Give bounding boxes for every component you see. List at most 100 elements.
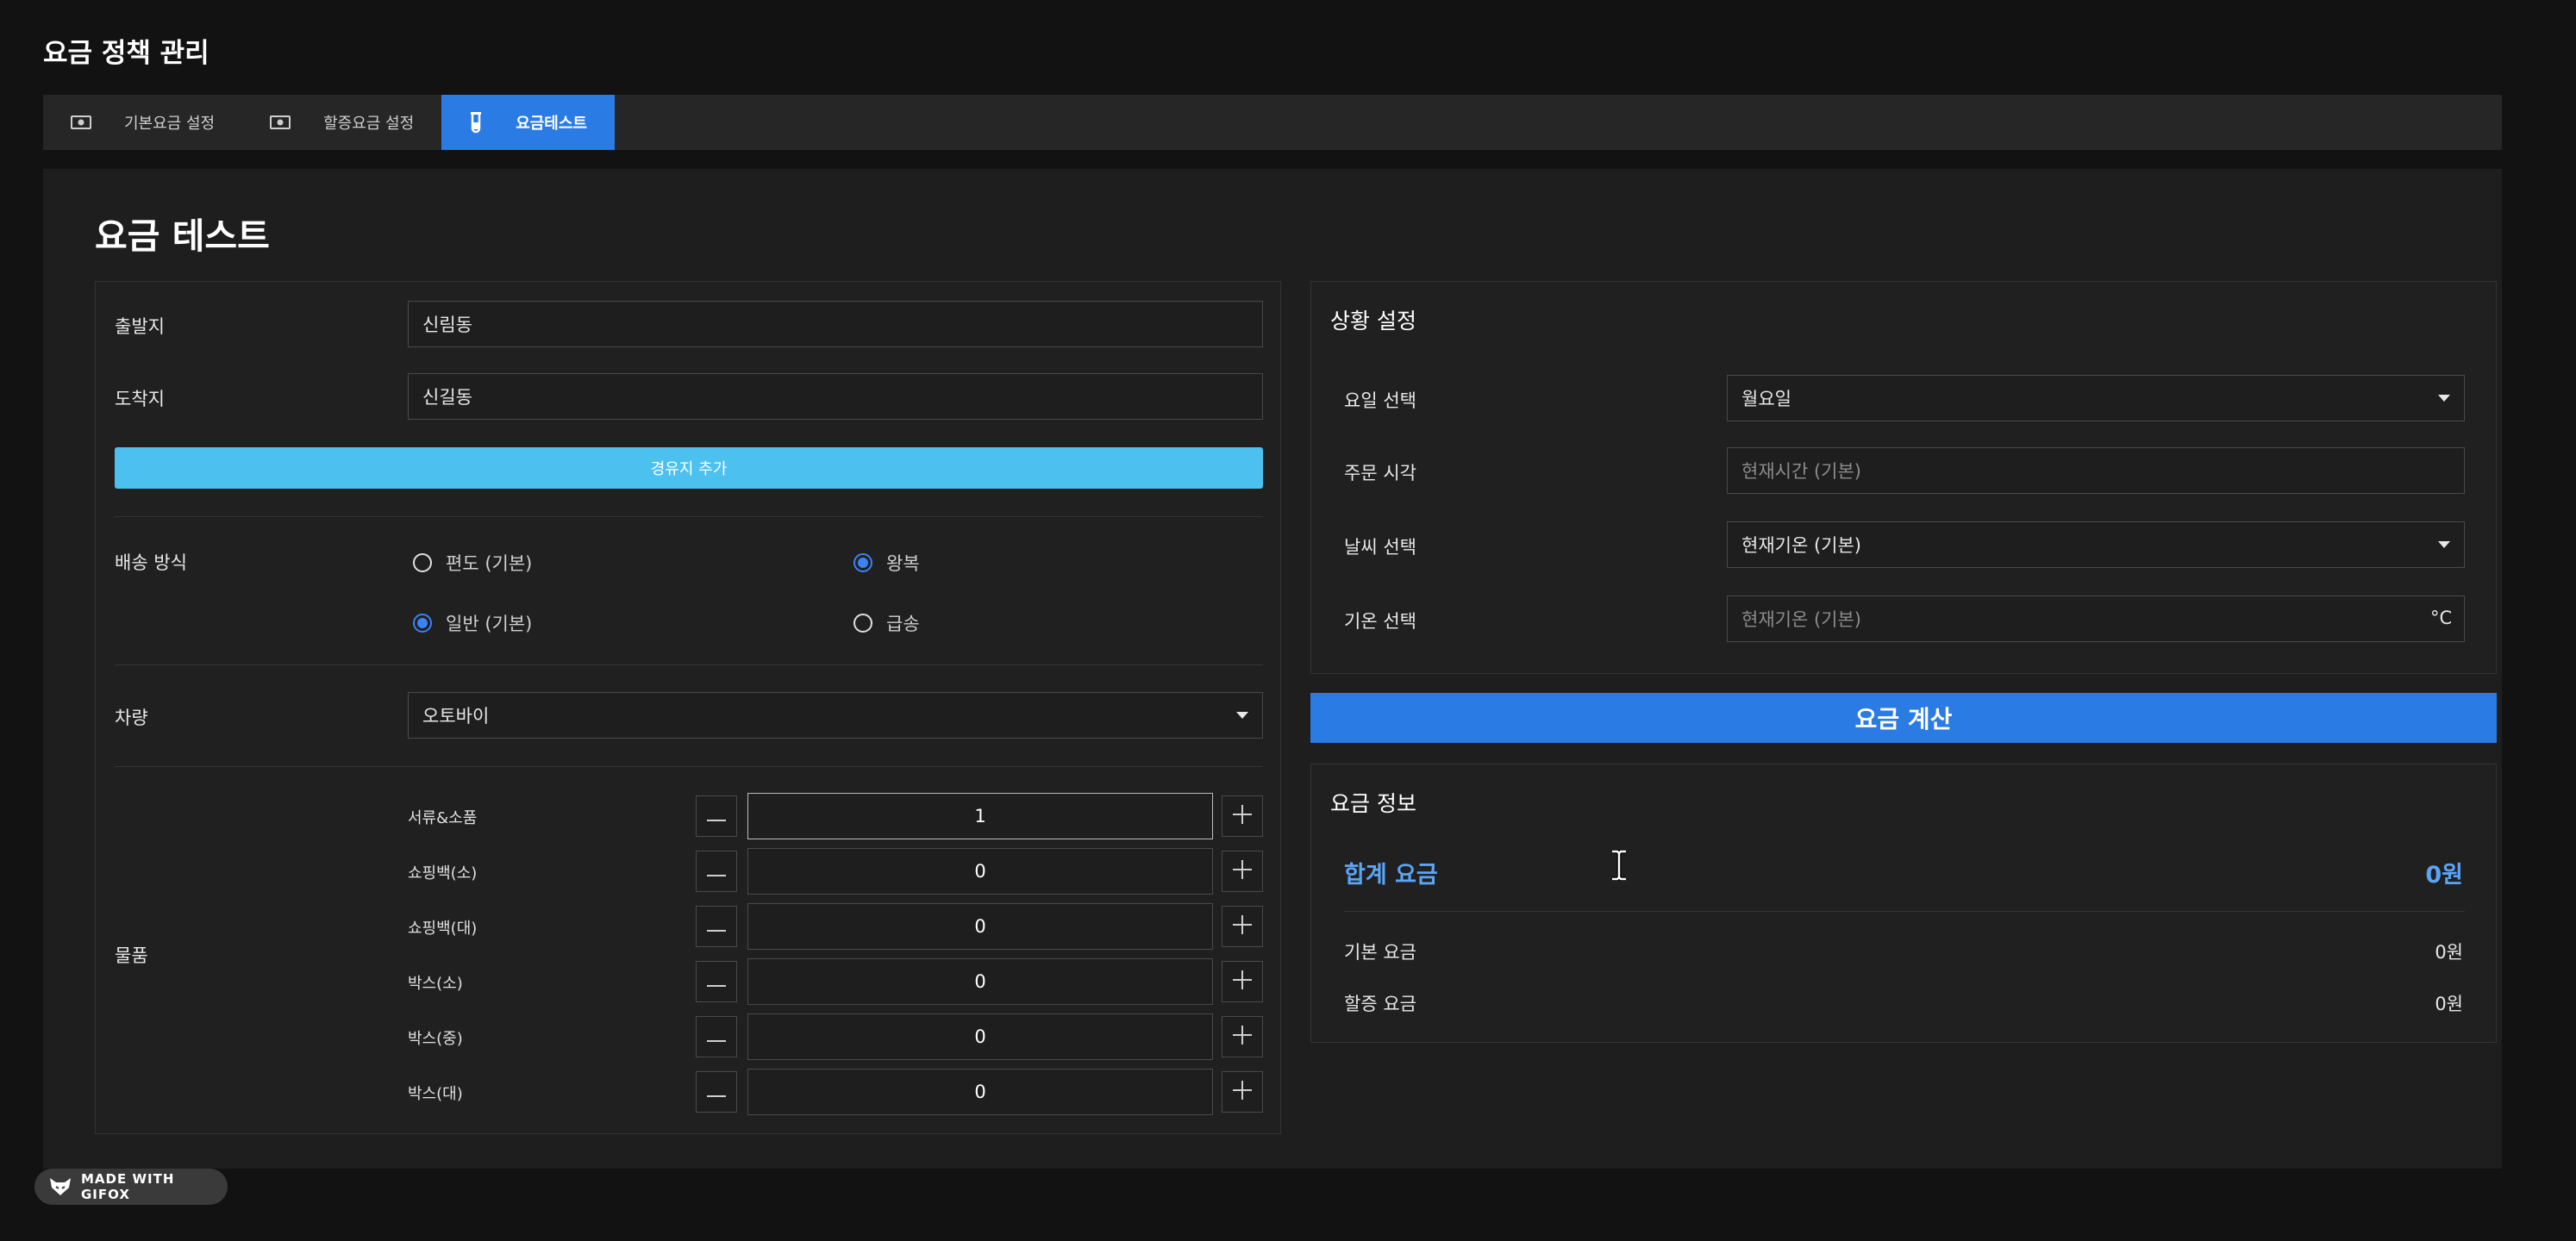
test-tube-icon	[469, 111, 483, 134]
minus-icon	[707, 808, 726, 825]
item-label: 박스(소)	[408, 975, 463, 993]
radio-label: 급송	[886, 614, 920, 634]
destination-label: 도착지	[115, 389, 165, 409]
day-select[interactable]: 월요일	[1727, 375, 2465, 421]
temperature-input[interactable]: 현재기온 (기본)	[1727, 596, 2465, 642]
surcharge-fee-label: 할증 요금	[1344, 994, 1416, 1014]
increment-button[interactable]	[1222, 1016, 1263, 1057]
order-time-input[interactable]: 현재시간 (기본)	[1727, 447, 2465, 494]
day-label: 요일 선택	[1344, 390, 1416, 411]
item-label: 서류&소품	[408, 809, 478, 827]
plus-icon	[1233, 970, 1252, 993]
page-title: 요금 정책 관리	[43, 38, 209, 69]
chevron-down-icon	[2438, 395, 2450, 402]
decrement-button[interactable]	[696, 851, 737, 892]
temperature-unit: °C	[2430, 608, 2453, 628]
radio-label: 편도 (기본)	[446, 553, 533, 574]
plus-icon	[1233, 1081, 1252, 1103]
radio-dot	[413, 614, 432, 633]
chevron-down-icon	[1236, 712, 1248, 719]
radio-dot	[853, 553, 872, 572]
item-label: 쇼핑백(소)	[408, 864, 478, 882]
tab-surcharge-label: 할증요금 설정	[323, 115, 415, 133]
items-label: 물품	[115, 945, 148, 966]
minus-icon	[707, 1084, 726, 1101]
add-waypoint-button[interactable]: 경유지 추가	[115, 447, 1263, 489]
increment-button[interactable]	[1222, 961, 1263, 1002]
money-icon	[270, 115, 291, 130]
delivery-label: 배송 방식	[115, 552, 187, 573]
fox-icon	[48, 1176, 72, 1197]
main-content: 요금 테스트 출발지 신림동 도착지 신길동 경유지 추가 배송 방식 편도 (…	[43, 169, 2502, 1169]
base-fee-value: 0원	[2435, 942, 2463, 963]
decrement-button[interactable]	[696, 1071, 737, 1113]
radio-dot	[853, 614, 872, 633]
increment-button[interactable]	[1222, 851, 1263, 892]
minus-icon	[707, 864, 726, 880]
chevron-down-icon	[2438, 541, 2450, 548]
tab-fee-test[interactable]: 요금테스트	[441, 95, 615, 150]
weather-value: 현재기온 (기본)	[1741, 535, 1861, 556]
vehicle-label: 차량	[115, 708, 148, 728]
increment-button[interactable]	[1222, 795, 1263, 837]
plus-icon	[1233, 1026, 1252, 1048]
money-icon	[71, 115, 91, 130]
divider	[1344, 911, 2465, 912]
tab-base-fee-label: 기본요금 설정	[124, 115, 216, 133]
text-cursor-icon	[1609, 849, 1629, 884]
quantity-input[interactable]: 0	[747, 1013, 1213, 1060]
item-label: 박스(대)	[408, 1085, 463, 1103]
item-label: 쇼핑백(대)	[408, 920, 478, 938]
calculate-fee-button[interactable]: 요금 계산	[1310, 693, 2497, 743]
radio-express[interactable]: 급송	[853, 610, 920, 636]
base-fee-label: 기본 요금	[1344, 942, 1416, 963]
radio-dot	[413, 553, 432, 572]
quantity-input[interactable]: 1	[747, 793, 1213, 839]
decrement-button[interactable]	[696, 906, 737, 947]
route-panel: 출발지 신림동 도착지 신길동 경유지 추가 배송 방식 편도 (기본) 왕복 …	[95, 281, 1281, 1134]
watermark-text: MADE WITH GIFOX	[81, 1171, 175, 1202]
radio-round-trip[interactable]: 왕복	[853, 550, 920, 576]
quantity-input[interactable]: 0	[747, 848, 1213, 895]
increment-button[interactable]	[1222, 1071, 1263, 1113]
radio-one-way[interactable]: 편도 (기본)	[413, 550, 532, 576]
vehicle-value: 오토바이	[422, 706, 490, 727]
origin-input[interactable]: 신림동	[408, 301, 1263, 347]
time-label: 주문 시각	[1344, 463, 1416, 483]
increment-button[interactable]	[1222, 906, 1263, 947]
temperature-label: 기온 선택	[1344, 611, 1416, 632]
fee-info-panel: 요금 정보 합계 요금 0원 기본 요금 0원 할증 요금 0원	[1310, 764, 2497, 1043]
quantity-input[interactable]: 0	[747, 958, 1213, 1005]
situation-panel: 상황 설정 요일 선택 월요일 주문 시각 현재시간 (기본) 날씨 선택 현재…	[1310, 281, 2497, 674]
origin-label: 출발지	[115, 316, 165, 337]
divider	[115, 766, 1263, 767]
total-fee-label: 합계 요금	[1344, 862, 1438, 889]
tab-surcharge[interactable]: 할증요금 설정	[242, 95, 441, 150]
plus-icon	[1233, 860, 1252, 882]
divider	[115, 516, 1263, 517]
gifox-watermark: MADE WITH GIFOX	[34, 1169, 228, 1205]
weather-label: 날씨 선택	[1344, 537, 1416, 558]
weather-select[interactable]: 현재기온 (기본)	[1727, 521, 2465, 568]
plus-icon	[1233, 805, 1252, 827]
quantity-input[interactable]: 0	[747, 903, 1213, 950]
section-title: 요금 테스트	[95, 215, 270, 257]
plus-icon	[1233, 915, 1252, 938]
radio-normal[interactable]: 일반 (기본)	[413, 610, 532, 636]
total-fee-value: 0원	[2425, 862, 2463, 889]
quantity-input[interactable]: 0	[747, 1069, 1213, 1115]
tab-fee-test-label: 요금테스트	[516, 115, 587, 133]
tab-base-fee[interactable]: 기본요금 설정	[43, 95, 242, 150]
minus-icon	[707, 919, 726, 935]
radio-label: 왕복	[886, 553, 920, 574]
fee-info-title: 요금 정보	[1330, 791, 1416, 816]
decrement-button[interactable]	[696, 961, 737, 1002]
vehicle-select[interactable]: 오토바이	[408, 692, 1263, 739]
surcharge-fee-value: 0원	[2435, 994, 2463, 1014]
decrement-button[interactable]	[696, 795, 737, 837]
destination-input[interactable]: 신길동	[408, 373, 1263, 420]
day-value: 월요일	[1741, 389, 1791, 409]
divider	[115, 664, 1263, 665]
decrement-button[interactable]	[696, 1016, 737, 1057]
situation-title: 상황 설정	[1330, 309, 1416, 334]
